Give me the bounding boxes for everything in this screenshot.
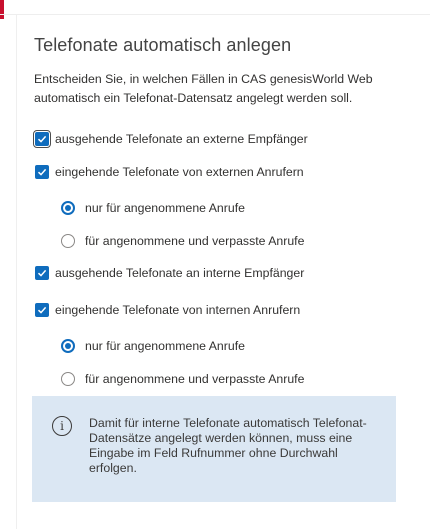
radio-label: für angenommene und verpasste Anrufe — [85, 372, 305, 386]
radio-internal-answered[interactable]: nur für angenommene Anrufe — [61, 339, 245, 353]
checkbox-checked-icon[interactable] — [35, 165, 49, 179]
radio-label: nur für angenommene Anrufe — [85, 201, 245, 215]
checkbox-incoming-internal[interactable]: eingehende Telefonate von internen Anruf… — [35, 303, 300, 317]
checkbox-outgoing-external[interactable]: ausgehende Telefonate an externe Empfäng… — [33, 130, 308, 148]
checkbox-checked-icon[interactable] — [33, 130, 51, 148]
checkbox-checked-icon[interactable] — [35, 303, 49, 317]
checkbox-label: ausgehende Telefonate an externe Empfäng… — [55, 132, 308, 146]
checkbox-label: eingehende Telefonate von externen Anruf… — [55, 165, 304, 179]
section-description: Entscheiden Sie, in welchen Fällen in CA… — [34, 72, 373, 105]
radio-label: für angenommene und verpasste Anrufe — [85, 234, 305, 248]
radio-internal-answered-missed[interactable]: für angenommene und verpasste Anrufe — [61, 372, 304, 386]
radio-selected-icon[interactable] — [61, 201, 75, 215]
checkbox-label: ausgehende Telefonate an interne Empfäng… — [55, 266, 305, 280]
radio-unselected-icon[interactable] — [61, 372, 75, 386]
radio-unselected-icon[interactable] — [61, 234, 75, 248]
radio-external-answered-missed[interactable]: für angenommene und verpasste Anrufe — [61, 234, 304, 248]
checkbox-checked-icon[interactable] — [35, 266, 49, 280]
info-message-text: Damit für interne Telefonate automatisch… — [89, 416, 367, 475]
radio-external-answered[interactable]: nur für angenommene Anrufe — [61, 201, 245, 215]
brand-accent-bar — [0, 0, 4, 19]
checkbox-outgoing-internal[interactable]: ausgehende Telefonate an interne Empfäng… — [35, 266, 304, 280]
info-message-box: i Damit für interne Telefonate automatis… — [32, 396, 396, 502]
checkbox-label: eingehende Telefonate von internen Anruf… — [55, 303, 301, 317]
radio-label: nur für angenommene Anrufe — [85, 339, 245, 353]
info-icon: i — [52, 416, 72, 436]
checkbox-incoming-external[interactable]: eingehende Telefonate von externen Anruf… — [35, 165, 304, 179]
section-title: Telefonate automatisch anlegen — [34, 35, 292, 55]
radio-selected-icon[interactable] — [61, 339, 75, 353]
